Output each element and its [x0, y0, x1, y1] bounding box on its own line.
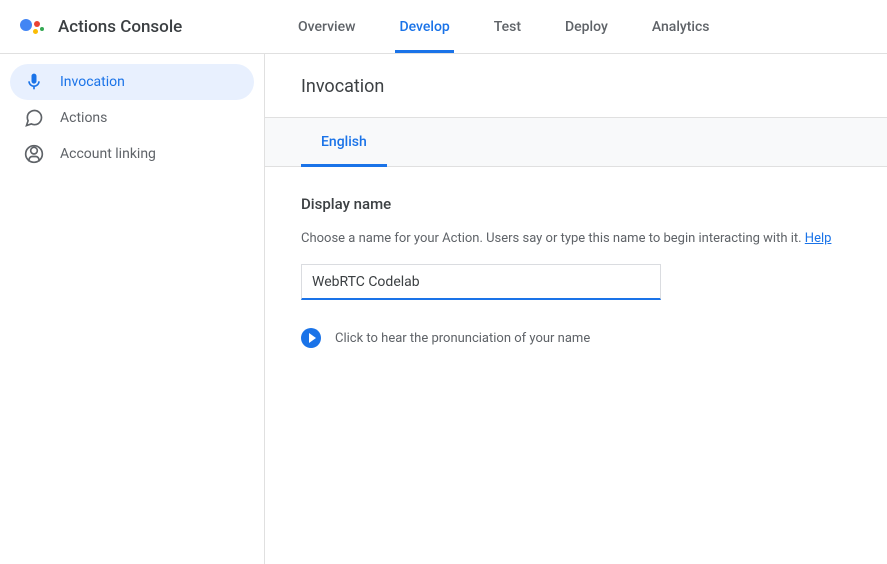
tab-overview[interactable]: Overview: [276, 0, 377, 53]
app-title: Actions Console: [58, 17, 182, 37]
display-name-title: Display name: [301, 195, 851, 213]
pronunciation-label: Click to hear the pronunciation of your …: [335, 331, 590, 346]
pronunciation-row: Click to hear the pronunciation of your …: [301, 328, 851, 348]
lang-tab-english[interactable]: English: [301, 118, 387, 166]
sidebar-item-label: Actions: [60, 110, 107, 126]
content-area: Display name Choose a name for your Acti…: [265, 167, 887, 376]
display-name-input[interactable]: [301, 264, 661, 300]
tab-analytics[interactable]: Analytics: [630, 0, 732, 53]
help-link[interactable]: Help: [805, 231, 832, 246]
display-name-description: Choose a name for your Action. Users say…: [301, 231, 851, 246]
play-icon[interactable]: [301, 328, 321, 348]
sidebar-item-actions[interactable]: Actions: [10, 100, 254, 136]
chat-icon: [24, 108, 44, 128]
header: Actions Console Overview Develop Test De…: [0, 0, 887, 54]
main-content: Invocation English Display name Choose a…: [265, 54, 887, 564]
account-icon: [24, 144, 44, 164]
language-tabs: English: [265, 117, 887, 167]
top-tabs: Overview Develop Test Deploy Analytics: [276, 0, 731, 53]
description-text: Choose a name for your Action. Users say…: [301, 231, 805, 246]
sidebar: Invocation Actions Account linking: [0, 54, 265, 564]
page-title: Invocation: [265, 54, 887, 117]
body-area: Invocation Actions Account linking Invoc…: [0, 54, 887, 564]
tab-deploy[interactable]: Deploy: [543, 0, 630, 53]
sidebar-item-invocation[interactable]: Invocation: [10, 64, 254, 100]
tab-test[interactable]: Test: [472, 0, 543, 53]
tab-develop[interactable]: Develop: [377, 0, 471, 53]
mic-icon: [24, 72, 44, 92]
logo-area: Actions Console: [20, 15, 276, 39]
sidebar-item-label: Account linking: [60, 146, 156, 162]
sidebar-item-label: Invocation: [60, 74, 125, 90]
assistant-logo-icon: [20, 15, 44, 39]
sidebar-item-account-linking[interactable]: Account linking: [10, 136, 254, 172]
